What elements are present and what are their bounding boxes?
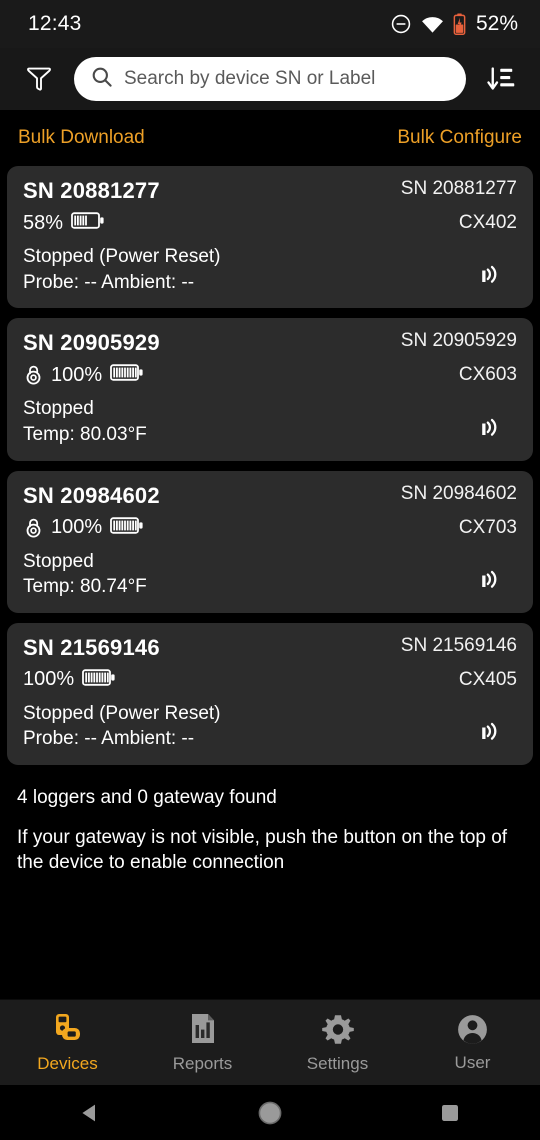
battery-level-icon [82, 668, 116, 692]
battery-percent-label: 100% [51, 363, 103, 386]
device-logger-icon [49, 1012, 87, 1051]
back-triangle-icon[interactable] [50, 1093, 130, 1133]
card-header: SN 21569146 SN 21569146 [23, 635, 517, 661]
battery-percent-label: 100% [51, 516, 103, 539]
device-readings: Temp: 80.03°F [23, 423, 147, 445]
card-battery-row: 100% [23, 363, 517, 387]
device-readings: Probe: -- Ambient: -- [23, 271, 195, 293]
filter-funnel-icon[interactable] [16, 56, 62, 102]
device-model: CX603 [458, 364, 517, 386]
device-card[interactable]: SN 20984602 SN 20984602 100% CX703 Stopp… [7, 470, 533, 613]
do-not-disturb-icon [390, 13, 412, 35]
device-status: Stopped [23, 398, 94, 420]
card-battery-row: 58% CX402 [23, 211, 517, 235]
device-serial-right: SN 20881277 [400, 178, 517, 199]
lock-icon [23, 364, 43, 386]
device-list: SN 20881277 SN 20881277 58% CX402 Stoppe… [0, 166, 540, 938]
wifi-icon [421, 15, 444, 34]
device-readings: Probe: -- Ambient: -- [23, 728, 195, 750]
home-circle-icon[interactable] [230, 1093, 310, 1133]
app-screen: 12:43 52% Search by device SN or Label B… [0, 0, 540, 1140]
battery-level-icon [110, 363, 144, 387]
nav-label-devices: Devices [37, 1053, 98, 1073]
battery-percent-label: 58% [23, 211, 64, 234]
battery-group: 100% [23, 668, 116, 692]
bulk-actions-row: Bulk Download Bulk Configure [0, 110, 540, 166]
device-card[interactable]: SN 21569146 SN 21569146 100% CX405 Stopp… [7, 622, 533, 766]
antenna-signal-icon[interactable] [477, 719, 517, 752]
bulk-download-button[interactable]: Bulk Download [18, 127, 145, 149]
status-bar: 12:43 52% [0, 0, 540, 48]
card-battery-row: 100% [23, 516, 517, 540]
report-chart-icon [186, 1012, 220, 1051]
card-header: SN 20984602 SN 20984602 [23, 483, 517, 509]
nav-item-settings[interactable]: Settings [270, 1012, 405, 1074]
device-serial-right: SN 21569146 [400, 634, 517, 656]
nav-label-settings: Settings [306, 1053, 369, 1073]
nav-item-reports[interactable]: Reports [135, 1012, 270, 1074]
card-status-block: Stopped Temp: 80.03°F [23, 396, 147, 447]
device-status: Stopped (Power Reset) [23, 246, 221, 267]
card-footer: Stopped Temp: 80.03°F [23, 396, 517, 447]
device-model: CX703 [458, 516, 517, 538]
battery-icon [453, 13, 466, 35]
status-indicators: 52% [390, 12, 518, 36]
recents-square-icon[interactable] [410, 1093, 490, 1133]
user-avatar-icon [455, 1012, 490, 1050]
content-spacer [0, 937, 540, 999]
list-footer-info: 4 loggers and 0 gateway found If your ga… [7, 775, 533, 876]
device-status: Stopped (Power Reset) [23, 702, 221, 724]
search-box[interactable] [74, 57, 466, 101]
device-model: CX402 [458, 212, 517, 233]
device-serial-title: SN 20984602 [23, 482, 160, 508]
status-time: 12:43 [28, 12, 82, 35]
card-status-block: Stopped (Power Reset) Probe: -- Ambient:… [23, 244, 221, 295]
battery-group: 58% [23, 211, 105, 235]
card-footer: Stopped Temp: 80.74°F [23, 549, 517, 600]
search-header [0, 48, 540, 110]
battery-group: 100% [23, 363, 144, 387]
lock-icon [23, 517, 43, 539]
devices-found-text: 4 loggers and 0 gateway found [17, 787, 277, 809]
nav-label-reports: Reports [172, 1053, 233, 1073]
nav-label-user: User [454, 1053, 491, 1072]
antenna-signal-icon[interactable] [477, 262, 517, 295]
search-input[interactable] [124, 68, 450, 90]
device-card[interactable]: SN 20905929 SN 20905929 100% CX603 Stopp… [7, 318, 533, 461]
search-icon [90, 65, 114, 94]
bottom-nav: Devices Reports Settings User [0, 999, 540, 1085]
nav-item-devices[interactable]: Devices [0, 1012, 135, 1074]
card-battery-row: 100% [23, 668, 517, 692]
battery-level-icon [110, 516, 144, 540]
bulk-configure-button[interactable]: Bulk Configure [397, 127, 522, 149]
device-serial-right: SN 20905929 [400, 330, 517, 352]
battery-group: 100% [23, 516, 144, 540]
card-status-block: Stopped (Power Reset) Probe: -- Ambient:… [23, 701, 221, 752]
antenna-signal-icon[interactable] [477, 567, 517, 600]
sort-descending-icon[interactable] [478, 56, 524, 102]
card-status-block: Stopped Temp: 80.74°F [23, 549, 147, 600]
device-serial-right: SN 20984602 [400, 482, 517, 504]
card-header: SN 20881277 SN 20881277 [23, 178, 517, 204]
android-system-nav [0, 1085, 540, 1140]
device-serial-title: SN 20881277 [23, 178, 160, 203]
battery-percent: 52% [475, 12, 518, 35]
device-status: Stopped [23, 550, 94, 572]
device-model: CX405 [458, 668, 517, 690]
card-footer: Stopped (Power Reset) Probe: -- Ambient:… [23, 701, 517, 752]
battery-level-icon [71, 211, 105, 235]
gateway-hint-text: If your gateway is not visible, push the… [17, 827, 508, 874]
battery-percent-label: 100% [23, 668, 75, 691]
device-serial-title: SN 20905929 [23, 330, 160, 356]
antenna-signal-icon[interactable] [477, 415, 517, 448]
gear-icon [320, 1012, 356, 1051]
device-serial-title: SN 21569146 [23, 634, 160, 660]
nav-item-user[interactable]: User [405, 1012, 540, 1073]
card-header: SN 20905929 SN 20905929 [23, 330, 517, 356]
device-readings: Temp: 80.74°F [23, 576, 147, 598]
device-card[interactable]: SN 20881277 SN 20881277 58% CX402 Stoppe… [7, 166, 533, 309]
card-footer: Stopped (Power Reset) Probe: -- Ambient:… [23, 244, 517, 295]
